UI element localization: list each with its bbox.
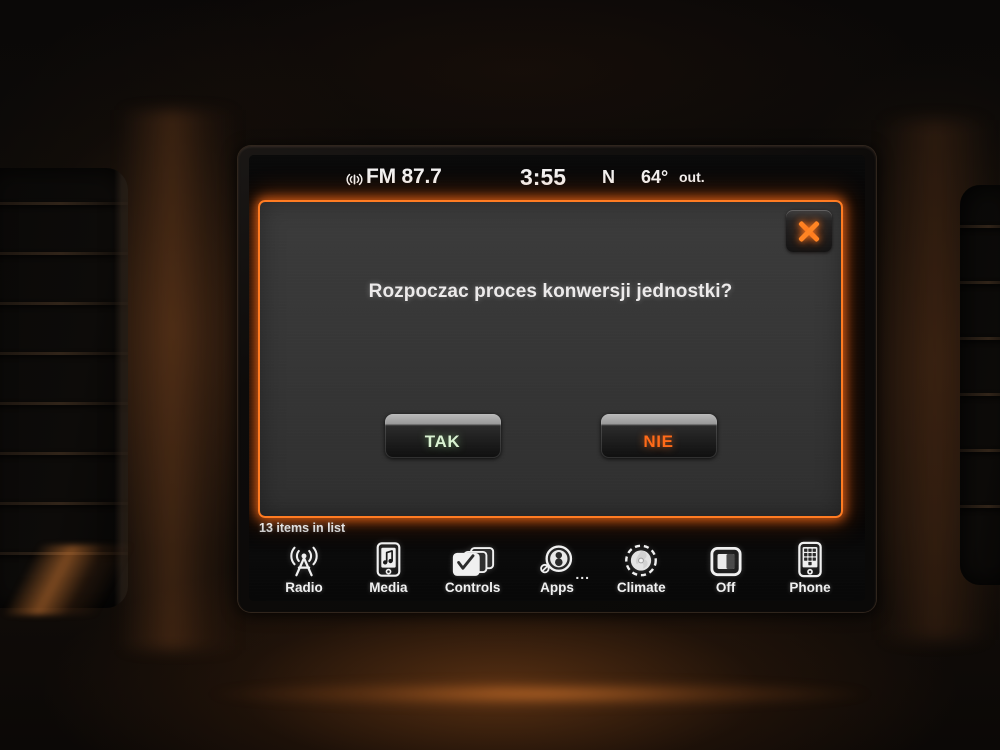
radio-tower-icon xyxy=(285,538,323,578)
nav-item-controls[interactable]: Controls xyxy=(434,538,512,595)
nav-label-radio: Radio xyxy=(285,580,323,595)
dialog-button-row: TAK NIE xyxy=(260,414,841,458)
air-vent-right xyxy=(960,185,1000,585)
dialog-message-text: Rozpoczac proces konwersji jednostki? xyxy=(368,281,733,302)
nav-item-radio[interactable]: Radio xyxy=(265,538,343,595)
phone-keypad-icon xyxy=(797,538,823,578)
dialog-cancel-label: NIE xyxy=(643,432,674,451)
screenshot-stage: FM 87.7 3:55 N 64° out. Rozpoczac proces… xyxy=(0,0,1000,750)
nav-item-media[interactable]: Media xyxy=(349,538,427,595)
unit-conversion-dialog: Rozpoczac proces konwersji jednostki? TA… xyxy=(258,200,843,518)
media-phone-note-icon xyxy=(375,538,402,578)
bottom-nav-bar: Radio Media Controls ... Apps Climate Of… xyxy=(249,525,865,601)
dialog-cancel-button[interactable]: NIE xyxy=(600,414,717,458)
head-unit-bezel: FM 87.7 3:55 N 64° out. Rozpoczac proces… xyxy=(238,146,876,612)
status-outside-temperature-suffix: out. xyxy=(679,169,705,185)
nav-label-phone: Phone xyxy=(789,580,831,595)
broadcast-icon xyxy=(346,171,363,188)
nav-item-climate[interactable]: Climate xyxy=(602,538,680,595)
status-bar: FM 87.7 3:55 N 64° out. xyxy=(249,155,865,199)
dashboard-bottom-sheen xyxy=(40,672,960,716)
air-vent-highlight xyxy=(0,545,180,615)
air-vent-left xyxy=(0,168,128,608)
status-band-label: FM 87.7 xyxy=(366,165,442,188)
nav-label-media: Media xyxy=(369,580,408,595)
climate-fan-dial-icon xyxy=(623,538,659,578)
nav-label-controls: Controls xyxy=(444,580,501,595)
status-gear-indicator: N xyxy=(602,166,615,187)
screen-off-icon xyxy=(709,538,743,578)
nav-label-off: Off xyxy=(715,580,736,595)
infotainment-screen: FM 87.7 3:55 N 64° out. Rozpoczac proces… xyxy=(249,155,865,601)
nav-item-phone[interactable]: Phone xyxy=(771,538,849,595)
nav-item-off[interactable]: Off xyxy=(687,538,765,595)
nav-label-climate: Climate xyxy=(616,580,666,595)
status-outside-temperature: 64° xyxy=(641,166,669,187)
apps-more-dots[interactable]: ... xyxy=(575,566,590,582)
status-radio-source: FM 87.7 xyxy=(346,165,442,189)
dialog-close-button[interactable] xyxy=(786,210,832,252)
apps-icon xyxy=(539,538,575,578)
dialog-confirm-button[interactable]: TAK xyxy=(384,414,501,458)
dialog-confirm-label: TAK xyxy=(424,432,461,451)
nav-item-apps[interactable]: ... Apps xyxy=(518,538,596,595)
nav-label-apps: Apps xyxy=(540,580,574,595)
close-x-icon xyxy=(797,219,821,243)
status-clock: 3:55 xyxy=(520,163,567,190)
controls-cards-icon xyxy=(450,538,496,578)
